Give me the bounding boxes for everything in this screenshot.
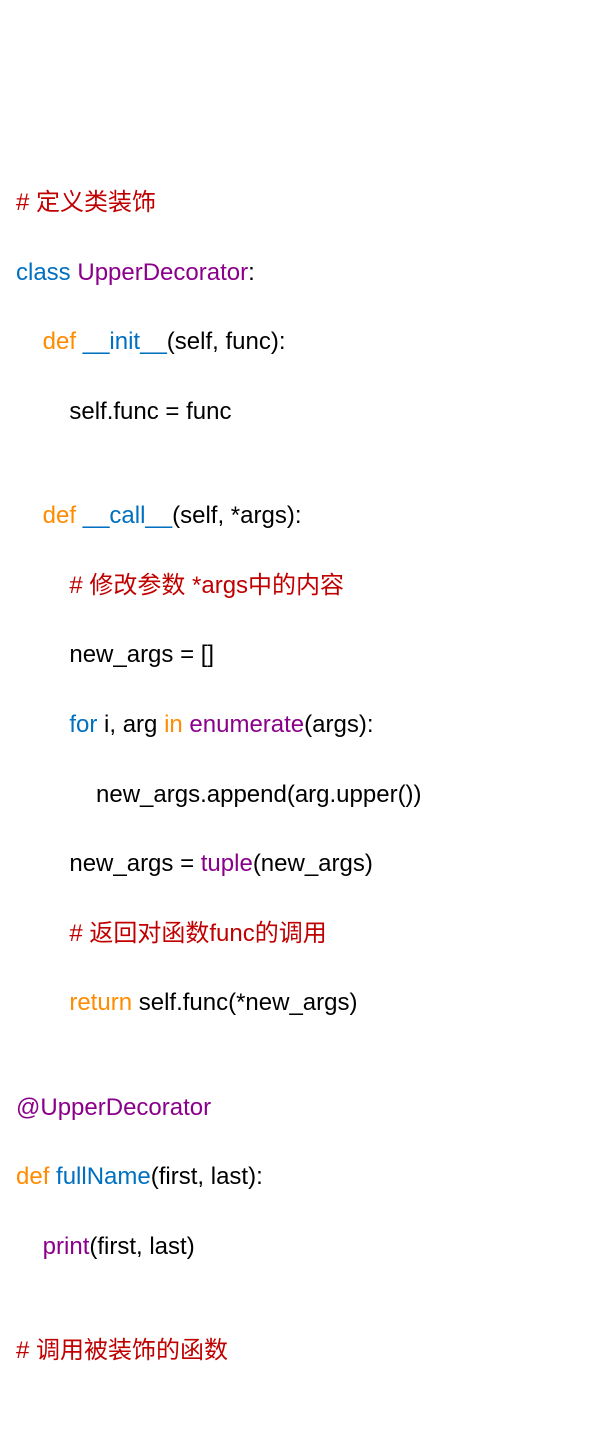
keyword-in: in (164, 711, 183, 738)
params: (self, func): (167, 328, 286, 355)
builtin-enumerate: enumerate (183, 711, 304, 738)
code-line-2: class UpperDecorator: (16, 256, 593, 291)
indent (16, 1233, 43, 1260)
code-line-13: return self.func(*new_args) (16, 986, 593, 1021)
params: (self, *args): (172, 502, 301, 529)
func-call: __call__ (76, 502, 172, 529)
keyword-return: return (69, 989, 132, 1016)
code-line-3: def __init__(self, func): (16, 325, 593, 360)
class-name: UpperDecorator (71, 259, 248, 286)
indent (16, 989, 69, 1016)
keyword-def: def (43, 502, 76, 529)
end: self.func(*new_args) (132, 989, 357, 1016)
end: (first, last) (89, 1233, 194, 1260)
indent (16, 711, 69, 738)
end: (args): (304, 711, 373, 738)
func-init: __init__ (76, 328, 167, 355)
keyword-for: for (69, 711, 97, 738)
code-line-8: new_args = [] (16, 638, 593, 673)
code-line-1: # 定义类装饰 (16, 186, 593, 221)
punct: : (248, 259, 255, 286)
func-fullname: fullName (49, 1163, 150, 1190)
code-line-10: new_args.append(arg.upper()) (16, 778, 593, 813)
code-block: # 定义类装饰 class UpperDecorator: def __init… (16, 151, 593, 1404)
params: (first, last): (151, 1163, 263, 1190)
keyword-def: def (16, 1163, 49, 1190)
keyword-def: def (43, 328, 76, 355)
indent (16, 328, 43, 355)
decorator: @UpperDecorator (16, 1094, 211, 1121)
body: self.func = func (16, 398, 231, 425)
code-line-6: def __call__(self, *args): (16, 499, 593, 534)
code-line-16: def fullName(first, last): (16, 1160, 593, 1195)
body: new_args.append(arg.upper()) (16, 781, 422, 808)
code-line-15: @UpperDecorator (16, 1091, 593, 1126)
indent: new_args = (16, 850, 201, 877)
end: (new_args) (253, 850, 373, 877)
indent (16, 920, 69, 947)
keyword-class: class (16, 259, 71, 286)
comment: # 定义类装饰 (16, 189, 156, 216)
comment: # 修改参数 *args中的内容 (69, 572, 344, 599)
mid: i, arg (97, 711, 164, 738)
indent (16, 502, 43, 529)
code-line-11: new_args = tuple(new_args) (16, 847, 593, 882)
code-line-4: self.func = func (16, 395, 593, 430)
code-line-9: for i, arg in enumerate(args): (16, 708, 593, 743)
indent (16, 572, 69, 599)
builtin-print: print (43, 1233, 90, 1260)
builtin-tuple: tuple (201, 850, 253, 877)
code-line-17: print(first, last) (16, 1230, 593, 1265)
code-line-7: # 修改参数 *args中的内容 (16, 569, 593, 604)
comment: # 调用被装饰的函数 (16, 1337, 228, 1364)
code-line-12: # 返回对函数func的调用 (16, 917, 593, 952)
code-line-19: # 调用被装饰的函数 (16, 1334, 593, 1369)
comment: # 返回对函数func的调用 (69, 920, 326, 947)
body: new_args = [] (16, 641, 214, 668)
